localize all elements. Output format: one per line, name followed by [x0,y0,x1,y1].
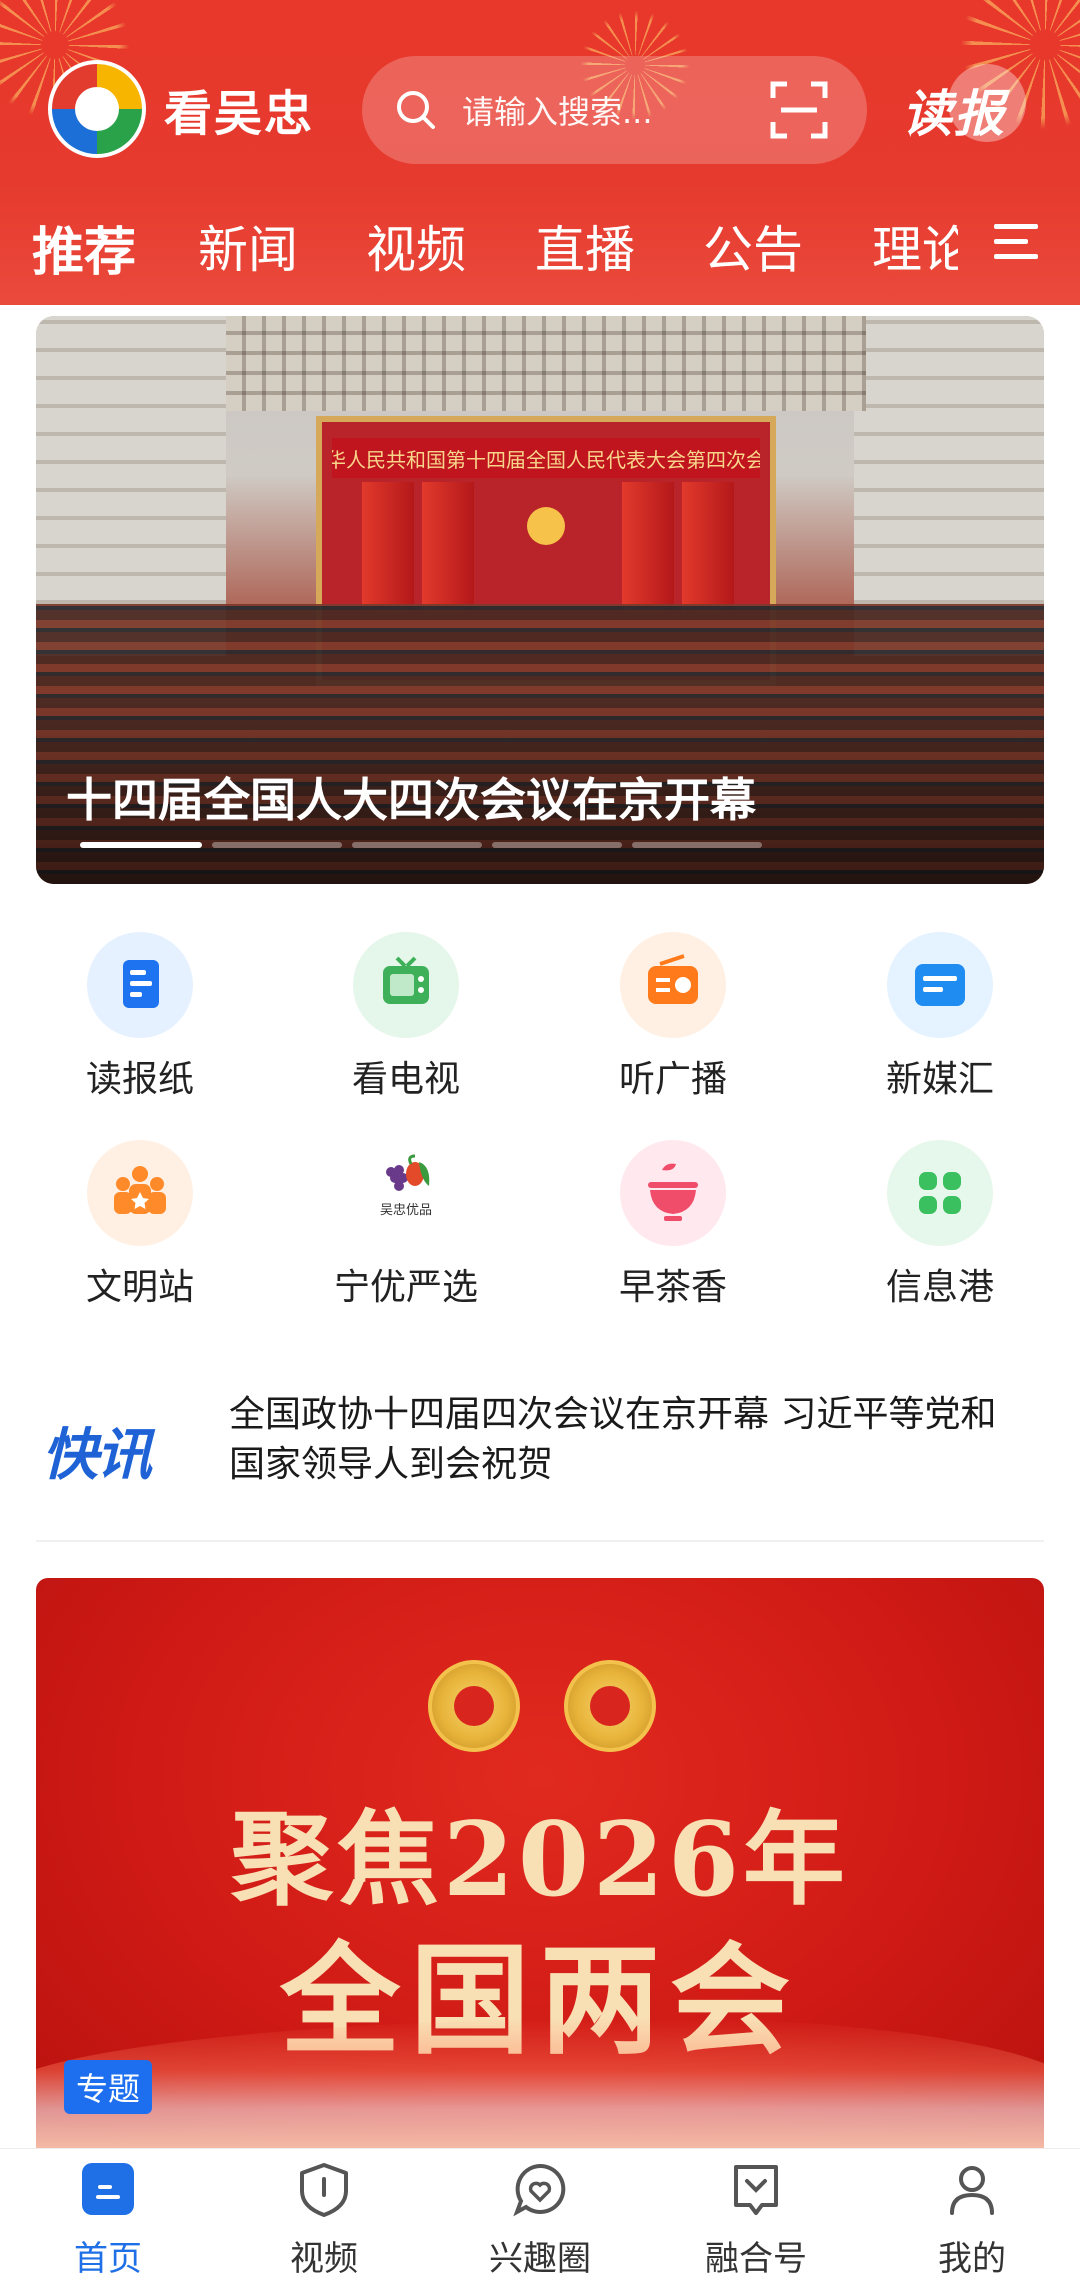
read-paper-button[interactable]: 读报 [902,74,1006,146]
nav-mine[interactable]: 我的 [864,2161,1080,2280]
grid-item-tv[interactable]: 看电视 [306,932,506,1102]
video-shield-icon [300,2163,348,2217]
grid-item-tea[interactable]: 早茶香 [573,1140,773,1310]
grid-label: 文明站 [85,1267,194,1308]
app-root: 看吴忠 请输入搜索... 读报 推荐 新闻 视频 直播 公告 理论 华人民共和国… [0,0,1080,2294]
channel-menu-icon[interactable] [994,222,1038,262]
nav-label: 融合号 [705,2239,807,2279]
carousel-dots [80,842,762,848]
app-logo-icon [48,60,146,158]
carousel-dot[interactable] [492,842,622,848]
flash-logo-text: 快讯 [42,1423,152,1488]
grid-label: 宁优严选 [333,1267,478,1308]
bookmark-chat-icon [734,2165,778,2215]
national-emblem-icon [527,507,565,545]
tab-notice[interactable]: 公告 [703,210,803,282]
tv-icon [353,932,459,1038]
nav-label: 兴趣圈 [489,2239,591,2279]
red-flag [622,482,674,612]
red-flag [682,482,734,612]
grid-label: 新媒汇 [885,1059,994,1100]
volunteers-icon [87,1140,193,1246]
bottom-nav: 首页 视频 兴趣圈 融合号 我的 [0,2148,1080,2294]
tab-live[interactable]: 直播 [535,210,635,282]
hall-ceiling [226,316,866,411]
heart-chat-icon [513,2163,566,2217]
tab-video[interactable]: 视频 [366,210,466,282]
nav-label: 首页 [74,2239,142,2279]
grid-item-radio[interactable]: 听广播 [573,932,773,1102]
scan-icon[interactable] [767,78,831,142]
header: 看吴忠 请输入搜索... 读报 推荐 新闻 视频 直播 公告 理论 [0,0,1080,305]
nav-fusion[interactable]: 融合号 [648,2161,864,2280]
newspaper-icon [87,932,193,1038]
tab-recommend[interactable]: 推荐 [32,210,136,285]
grid-label: 听广播 [618,1059,727,1100]
grid-label: 早茶香 [618,1267,727,1308]
search-icon [397,91,435,129]
flash-news[interactable]: 快讯 全国政协十四届四次会议在京开幕 习近平等党和国家领导人到会祝贺 [36,1390,1044,1540]
produce-logo-text: 吴忠优品 [380,1203,432,1218]
tab-theory[interactable]: 理论 [872,210,958,282]
carousel-dot[interactable] [352,842,482,848]
nav-label: 我的 [938,2239,1006,2279]
app-grid-icon [887,1140,993,1246]
app-logo[interactable]: 看吴忠 [48,60,314,158]
divider [36,1540,1044,1542]
topic-badge: 专题 [64,2060,153,2114]
feature-banner[interactable]: 聚焦2026年 全国两会 专题 [36,1578,1044,2148]
grid-item-newspaper[interactable]: 读报纸 [40,932,240,1102]
grid-item-info[interactable]: 信息港 [840,1140,1040,1310]
grid-label: 读报纸 [85,1059,194,1100]
nav-interest[interactable]: 兴趣圈 [432,2161,648,2280]
nav-home[interactable]: 首页 [0,2161,216,2280]
tea-bowl-icon [620,1140,726,1246]
search-bar[interactable]: 请输入搜索... [362,56,867,164]
banner-title: 十四届全国人大四次会议在京开幕 [66,773,756,827]
tab-news[interactable]: 新闻 [198,210,298,282]
grid-label: 看电视 [351,1059,460,1100]
grid-item-selection[interactable]: 吴忠优品 宁优严选 [306,1140,506,1310]
user-icon [950,2166,994,2215]
nav-label: 视频 [290,2239,358,2279]
produce-logo-icon: 吴忠优品 [353,1140,459,1246]
radio-icon [620,932,726,1038]
nav-video[interactable]: 视频 [216,2161,432,2280]
red-flag [422,482,474,612]
national-emblem-icon [428,1660,520,1752]
red-flag [362,482,414,612]
home-icon [82,2163,134,2215]
flash-headline[interactable]: 全国政协十四届四次会议在京开幕 习近平等党和国家领导人到会祝贺 [229,1390,1029,1490]
carousel-dot[interactable] [632,842,762,848]
grid-item-media[interactable]: 新媒汇 [840,932,1040,1102]
flash-logo: 快讯 [42,1410,152,1491]
channel-tabs: 推荐 新闻 视频 直播 公告 理论 [0,200,1080,290]
stage-banner-text: 中华人民共和国第十四届全国人民代表大会第四次会议 [332,438,760,478]
search-input[interactable]: 请输入搜索... [462,87,767,133]
carousel-dot[interactable] [80,842,202,848]
grid-label: 信息港 [885,1267,994,1308]
cppcc-emblem-icon [564,1660,656,1752]
app-name: 看吴忠 [164,86,315,142]
grid-item-civilization[interactable]: 文明站 [40,1140,240,1310]
hero-banner[interactable]: 中华人民共和国第十四届全国人民代表大会第四次会议 十四届全国人大四次会议在京开幕 [36,316,1044,884]
media-card-icon [887,932,993,1038]
carousel-dot[interactable] [212,842,342,848]
